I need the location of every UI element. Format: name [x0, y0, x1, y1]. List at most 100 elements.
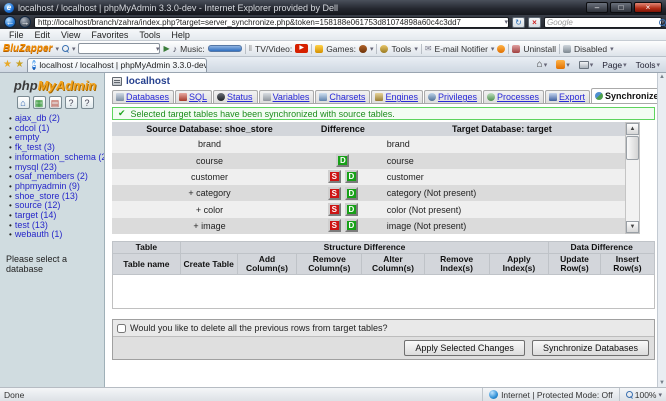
- structure-diff-button[interactable]: S: [328, 219, 341, 232]
- database-link[interactable]: source (12): [15, 200, 61, 210]
- tab-variables[interactable]: Variables: [259, 90, 315, 103]
- data-diff-button[interactable]: D: [345, 187, 358, 200]
- structure-diff-button[interactable]: S: [328, 203, 341, 216]
- database-list-item[interactable]: webauth (1): [9, 230, 104, 240]
- menu-file[interactable]: File: [4, 30, 29, 40]
- sql-window-icon[interactable]: ▤: [49, 96, 62, 109]
- home-dropdown-icon[interactable]: ▾: [544, 61, 548, 69]
- database-link[interactable]: fk_test (3): [15, 142, 55, 152]
- brand-dropdown-icon[interactable]: ▾: [55, 45, 59, 53]
- refresh-button[interactable]: ↻: [512, 17, 525, 28]
- pma-docs-icon[interactable]: ?: [65, 96, 78, 109]
- email-notifier-label[interactable]: E-mail Notifier: [435, 44, 488, 54]
- toolbar-search-combo[interactable]: ▾: [78, 43, 160, 54]
- frame-scroll-down-icon[interactable]: ▼: [659, 380, 665, 386]
- data-diff-button[interactable]: D: [345, 170, 358, 183]
- database-link[interactable]: shoe_store (13): [15, 191, 78, 201]
- database-link[interactable]: ajax_db (2): [15, 113, 60, 123]
- tab-label[interactable]: Export: [559, 92, 585, 102]
- zoom-dropdown-icon[interactable]: ▾: [658, 391, 662, 399]
- tab-databases[interactable]: Databases: [112, 90, 174, 103]
- url-dropdown-icon[interactable]: ▾: [504, 18, 508, 26]
- disabled-label[interactable]: Disabled: [574, 44, 607, 54]
- tab-label[interactable]: Charsets: [329, 92, 365, 102]
- synchronize-databases-button[interactable]: Synchronize Databases: [532, 340, 649, 356]
- exit-icon[interactable]: ▦: [33, 96, 46, 109]
- home-icon[interactable]: ⌂: [17, 96, 30, 109]
- database-link[interactable]: information_schema (28): [15, 152, 105, 162]
- games-dropdown-icon[interactable]: ▾: [370, 45, 374, 53]
- data-diff-button[interactable]: D: [336, 154, 349, 167]
- tab-label[interactable]: Status: [227, 92, 253, 102]
- database-link[interactable]: phpmyadmin (9): [15, 181, 80, 191]
- database-link[interactable]: empty: [15, 132, 40, 142]
- database-link[interactable]: cdcol (1): [15, 123, 50, 133]
- games-label[interactable]: Games:: [326, 44, 356, 54]
- addon-brand-logo[interactable]: BluZapper: [3, 43, 52, 54]
- youtube-icon[interactable]: ▶: [295, 44, 308, 53]
- data-diff-button[interactable]: D: [345, 203, 358, 216]
- data-diff-button[interactable]: D: [345, 219, 358, 232]
- tab-label[interactable]: Processes: [497, 92, 539, 102]
- minimize-button[interactable]: –: [586, 2, 608, 13]
- menu-help[interactable]: Help: [166, 30, 195, 40]
- forward-button[interactable]: →: [19, 16, 31, 28]
- url-input[interactable]: [35, 18, 504, 27]
- structure-diff-button[interactable]: S: [328, 170, 341, 183]
- scroll-down-icon[interactable]: ▼: [626, 221, 639, 233]
- print-dropdown-icon[interactable]: ▾: [590, 61, 594, 69]
- structure-diff-button[interactable]: S: [328, 187, 341, 200]
- feeds-dropdown-icon[interactable]: ▾: [566, 61, 570, 69]
- play-icon[interactable]: ▶: [163, 44, 169, 53]
- phpmyadmin-logo[interactable]: phpMyAdmin: [6, 78, 104, 93]
- home-button[interactable]: ⌂▾: [534, 59, 551, 70]
- tab-label[interactable]: Variables: [273, 92, 310, 102]
- database-link[interactable]: mysql (23): [15, 162, 57, 172]
- volume-slider[interactable]: [208, 45, 242, 52]
- zoom-control[interactable]: 100% ▾: [619, 388, 662, 401]
- stop-button[interactable]: ×: [528, 17, 541, 28]
- close-button[interactable]: ×: [634, 2, 662, 13]
- tab-label[interactable]: Databases: [126, 92, 169, 102]
- addon-tools-label[interactable]: Tools: [391, 44, 411, 54]
- tab-export[interactable]: Export: [545, 90, 590, 103]
- tv-video-label[interactable]: TV/Video:: [255, 44, 292, 54]
- tab-privileges[interactable]: Privileges: [424, 90, 482, 103]
- email-dropdown-icon[interactable]: ▾: [491, 45, 495, 53]
- apply-selected-changes-button[interactable]: Apply Selected Changes: [404, 340, 525, 356]
- tab-charsets[interactable]: Charsets: [315, 90, 370, 103]
- tab-label[interactable]: SQL: [189, 92, 207, 102]
- feeds-button[interactable]: ▾: [553, 60, 573, 69]
- favorites-star-icon[interactable]: ★: [3, 59, 12, 70]
- menu-favorites[interactable]: Favorites: [86, 30, 133, 40]
- menu-edit[interactable]: Edit: [30, 30, 56, 40]
- toolbar-search-dropdown-icon[interactable]: ▾: [72, 45, 76, 53]
- back-button[interactable]: ←: [4, 16, 16, 28]
- tools-menu-button[interactable]: Tools▾: [633, 60, 663, 70]
- delete-rows-checkbox[interactable]: [117, 324, 126, 333]
- search-input[interactable]: [547, 18, 657, 27]
- database-link[interactable]: osaf_members (2): [15, 171, 88, 181]
- disabled-dropdown-icon[interactable]: ▾: [610, 45, 614, 53]
- menu-tools[interactable]: Tools: [134, 30, 165, 40]
- toolbar-search-icon[interactable]: [62, 45, 69, 52]
- browser-tab[interactable]: e localhost / localhost | phpMyAdmin 3.3…: [27, 58, 207, 72]
- tools-dropdown-icon[interactable]: ▾: [656, 61, 660, 69]
- combo-dropdown-icon[interactable]: ▾: [156, 45, 160, 53]
- maximize-button[interactable]: □: [610, 2, 632, 13]
- uninstall-label[interactable]: Uninstall: [523, 44, 556, 54]
- page-menu-button[interactable]: Page▾: [599, 60, 629, 70]
- database-link[interactable]: test (13): [15, 220, 48, 230]
- tab-label[interactable]: Synchronize: [605, 91, 657, 101]
- addon-tools-dropdown-icon[interactable]: ▾: [414, 45, 418, 53]
- frame-scroll-up-icon[interactable]: ▲: [659, 74, 665, 80]
- tab-processes[interactable]: Processes: [483, 90, 544, 103]
- tab-synchronize[interactable]: Synchronize: [591, 88, 657, 103]
- tab-status[interactable]: Status: [213, 90, 258, 103]
- tab-engines[interactable]: Engines: [371, 90, 423, 103]
- scroll-up-icon[interactable]: ▲: [626, 123, 639, 135]
- add-favorite-icon[interactable]: ★: [15, 59, 24, 70]
- print-button[interactable]: ▾: [576, 61, 597, 69]
- game-ball-icon[interactable]: [359, 45, 367, 53]
- sync-table-scrollbar[interactable]: ▲ ▼: [625, 122, 640, 234]
